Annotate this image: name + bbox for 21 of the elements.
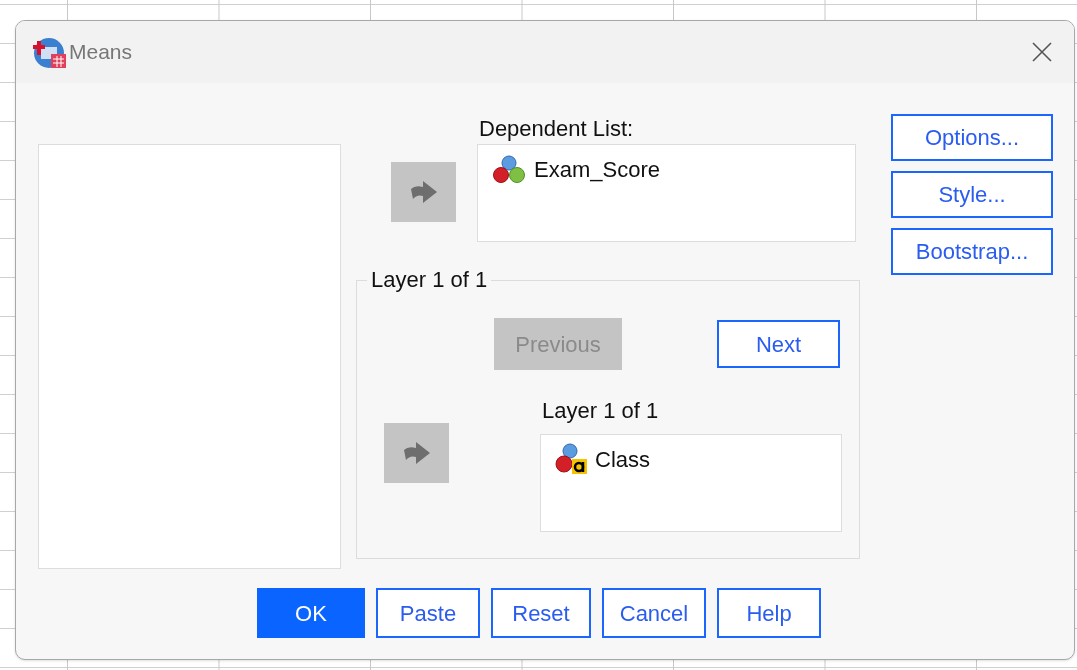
- arrow-icon: [401, 440, 432, 466]
- variable-item[interactable]: Exam_Score: [534, 152, 660, 186]
- close-icon[interactable]: [1032, 42, 1052, 62]
- dialog-button[interactable]: Paste: [376, 588, 480, 638]
- dependent-list-label: Dependent List:: [478, 115, 635, 143]
- next-button[interactable]: Next: [717, 320, 840, 368]
- app-icon: [33, 35, 67, 69]
- window-title: Means: [69, 39, 133, 66]
- dialog-button[interactable]: Style...: [891, 171, 1053, 218]
- independent-list[interactable]: Class: [540, 434, 842, 532]
- dialog-button[interactable]: OK: [257, 588, 365, 638]
- dialog-button[interactable]: Reset: [491, 588, 591, 638]
- dialog-button[interactable]: Cancel: [602, 588, 706, 638]
- arrow-icon: [408, 179, 439, 205]
- dialog-button[interactable]: Bootstrap...: [891, 228, 1053, 275]
- nominal-variable-icon: [555, 443, 589, 475]
- dialog-button[interactable]: Options...: [891, 114, 1053, 161]
- variable-item[interactable]: Class: [595, 442, 650, 476]
- layer-list-label: Layer 1 of 1: [541, 397, 660, 425]
- dependent-list[interactable]: Exam_Score: [477, 144, 856, 242]
- dialog-button[interactable]: Help: [717, 588, 821, 638]
